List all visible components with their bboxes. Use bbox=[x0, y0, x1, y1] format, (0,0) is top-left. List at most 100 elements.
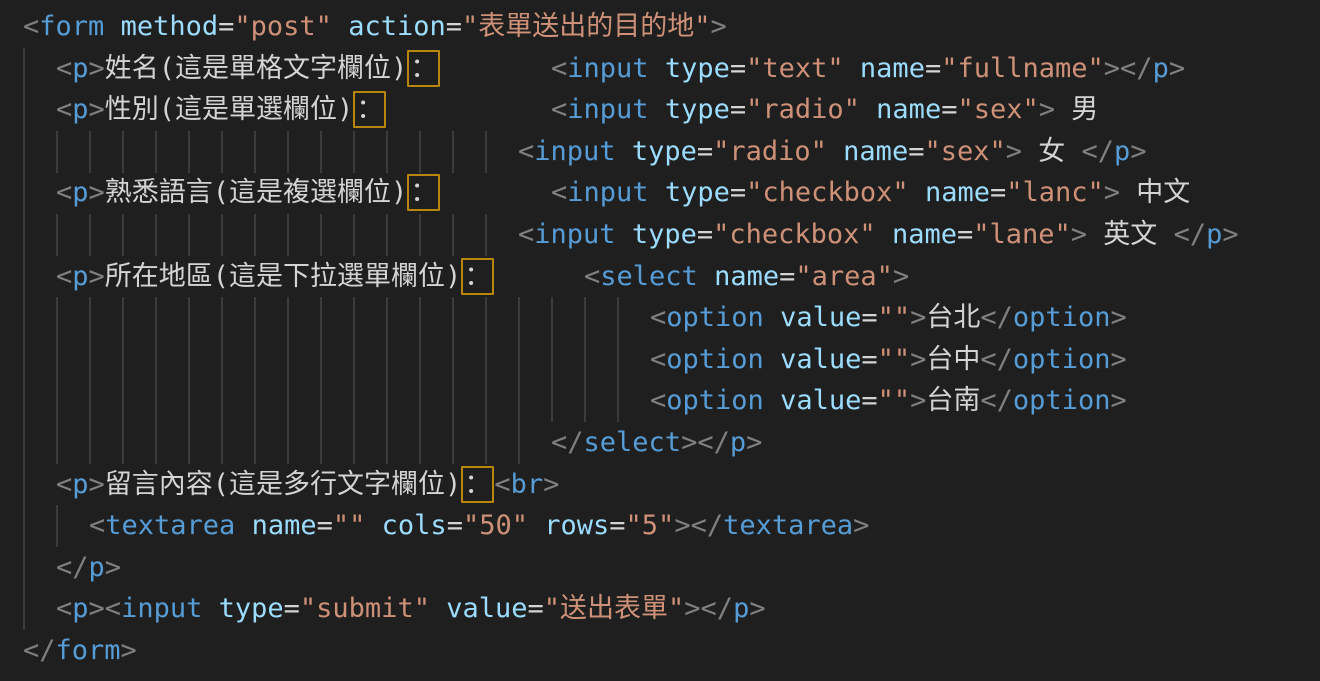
indent-guide bbox=[485, 131, 487, 173]
indent-guide bbox=[188, 339, 190, 381]
code-line[interactable]: <p><input type="submit" value="送出表單"></p… bbox=[0, 588, 1320, 630]
indent-guide bbox=[23, 380, 25, 422]
code-token: type bbox=[632, 219, 697, 250]
code-token: = bbox=[861, 344, 877, 375]
code-token: </ bbox=[1082, 136, 1115, 167]
indent-guide bbox=[122, 380, 124, 422]
indent-guide bbox=[287, 131, 289, 173]
code-token bbox=[235, 510, 251, 541]
indent-guide bbox=[155, 297, 157, 339]
code-token: < bbox=[551, 94, 567, 125]
indent-guide bbox=[188, 131, 190, 173]
code-token: = bbox=[990, 177, 1006, 208]
code-segment: </form> bbox=[23, 630, 137, 672]
indent-guide bbox=[23, 214, 25, 256]
code-line[interactable]: </form> bbox=[0, 630, 1320, 672]
code-token: = bbox=[730, 53, 746, 84]
code-token bbox=[764, 344, 780, 375]
code-token: </ bbox=[980, 385, 1013, 416]
code-token: type bbox=[632, 136, 697, 167]
code-line[interactable]: </p> bbox=[0, 547, 1320, 589]
indent-guide bbox=[386, 380, 388, 422]
code-token: = bbox=[218, 11, 234, 42]
code-token: > bbox=[893, 261, 909, 292]
code-token: </ bbox=[1120, 53, 1153, 84]
code-token: > bbox=[1110, 302, 1126, 333]
indent-guide bbox=[518, 380, 520, 422]
code-token: = bbox=[284, 593, 300, 624]
indent-guide bbox=[353, 422, 355, 464]
indent-guide bbox=[89, 214, 91, 256]
indent-guide bbox=[485, 380, 487, 422]
indent-guide bbox=[155, 380, 157, 422]
code-token: name bbox=[714, 261, 779, 292]
unicode-highlight-box: ： bbox=[461, 258, 494, 295]
code-line[interactable]: </select></p> bbox=[0, 422, 1320, 464]
code-token: </ bbox=[1174, 219, 1207, 250]
code-token: > bbox=[1039, 94, 1055, 125]
indent-guide bbox=[155, 131, 157, 173]
code-token: > bbox=[89, 261, 105, 292]
code-token: "lanc" bbox=[1006, 177, 1104, 208]
code-token bbox=[860, 94, 876, 125]
code-segment: <p><input type="submit" value="送出表單"></p… bbox=[56, 588, 766, 630]
code-token bbox=[649, 177, 665, 208]
code-line[interactable]: <option value="">台南</option> bbox=[0, 380, 1320, 422]
code-token: = bbox=[730, 177, 746, 208]
code-line[interactable]: <p>留言內容(這是多行文字欄位)：<br> bbox=[0, 464, 1320, 506]
code-token: > bbox=[681, 427, 697, 458]
code-line[interactable]: <p>姓名(這是單格文字欄位)：<input type="text" name=… bbox=[0, 48, 1320, 90]
indent-guide bbox=[56, 131, 58, 173]
code-line[interactable]: <p>熟悉語言(這是複選欄位)：<input type="checkbox" n… bbox=[0, 172, 1320, 214]
indent-guide bbox=[89, 339, 91, 381]
code-line[interactable]: <p>性別(這是單選欄位)：<input type="radio" name="… bbox=[0, 89, 1320, 131]
indent-guide bbox=[23, 172, 25, 214]
indent-guide bbox=[23, 48, 25, 90]
indent-guide bbox=[353, 297, 355, 339]
code-line[interactable]: <p>所在地區(這是下拉選單欄位)：<select name="area"> bbox=[0, 256, 1320, 298]
indent-guide bbox=[254, 422, 256, 464]
indent-guide bbox=[89, 380, 91, 422]
code-token: < bbox=[56, 593, 72, 624]
code-token: </ bbox=[697, 427, 730, 458]
code-segment: <p>所在地區(這是下拉選單欄位)： bbox=[56, 256, 494, 298]
code-editor[interactable]: <form method="post" action="表單送出的目的地"><p… bbox=[0, 0, 1320, 681]
code-segment: </p> bbox=[56, 547, 121, 589]
code-token: = bbox=[925, 53, 941, 84]
code-token: br bbox=[511, 469, 544, 500]
indent-guide bbox=[386, 214, 388, 256]
code-line[interactable]: <textarea name="" cols="50" rows="5"></t… bbox=[0, 505, 1320, 547]
code-token: "5" bbox=[626, 510, 675, 541]
code-line[interactable]: <input type="checkbox" name="lane"> 英文 <… bbox=[0, 214, 1320, 256]
indent-guide bbox=[254, 214, 256, 256]
code-token bbox=[698, 261, 714, 292]
code-token bbox=[332, 11, 348, 42]
indent-guide bbox=[188, 422, 190, 464]
indent-guide bbox=[485, 297, 487, 339]
code-token: p bbox=[72, 94, 88, 125]
code-line[interactable]: <option value="">台北</option> bbox=[0, 297, 1320, 339]
code-token: = bbox=[697, 136, 713, 167]
indent-guide bbox=[518, 339, 520, 381]
code-token bbox=[616, 136, 632, 167]
indent-guide bbox=[287, 297, 289, 339]
indent-guide bbox=[221, 380, 223, 422]
code-token: action bbox=[348, 11, 446, 42]
code-token: p bbox=[72, 177, 88, 208]
code-line[interactable]: <option value="">台中</option> bbox=[0, 339, 1320, 381]
code-token: select bbox=[600, 261, 698, 292]
code-segment: </select></p> bbox=[551, 422, 762, 464]
code-segment: <p>熟悉語言(這是複選欄位)： bbox=[56, 172, 440, 214]
code-line[interactable]: <input type="radio" name="sex"> 女 </p> bbox=[0, 131, 1320, 173]
code-token: p bbox=[72, 593, 88, 624]
indent-guide bbox=[23, 505, 25, 547]
code-segment: <form method="post" action="表單送出的目的地"> bbox=[23, 6, 727, 48]
code-segment: <input type="checkbox" name="lane"> 英文 <… bbox=[518, 214, 1239, 256]
code-token: </ bbox=[980, 302, 1013, 333]
code-line[interactable]: <form method="post" action="表單送出的目的地"> bbox=[0, 6, 1320, 48]
indent-guide bbox=[320, 131, 322, 173]
code-token: </ bbox=[980, 344, 1013, 375]
code-segment: <option value="">台南</option> bbox=[650, 380, 1127, 422]
indent-guide bbox=[254, 380, 256, 422]
code-token: 中文 bbox=[1120, 177, 1190, 208]
